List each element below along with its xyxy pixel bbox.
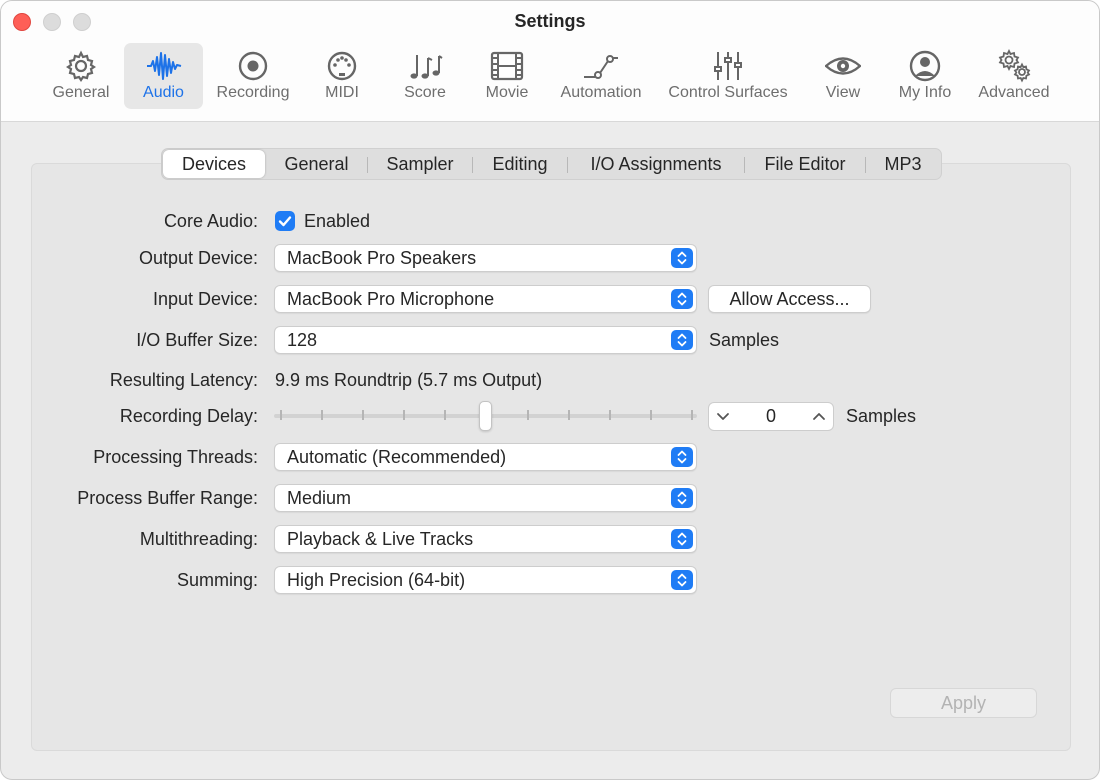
apply-button[interactable]: Apply	[890, 688, 1037, 718]
summing-select[interactable]: High Precision (64-bit)	[274, 566, 697, 594]
resulting-latency-value: 9.9 ms Roundtrip (5.7 ms Output)	[275, 370, 543, 390]
io-buffer-size-value: 128	[287, 330, 318, 350]
tab-general[interactable]: General	[268, 149, 365, 179]
toolbar-label: Score	[404, 84, 446, 101]
output-device-value: MacBook Pro Speakers	[287, 248, 477, 268]
tab-io-assignments[interactable]: I/O Assignments	[568, 149, 744, 179]
updown-chevron-icon	[671, 248, 693, 268]
slider-tick	[609, 410, 611, 420]
resulting-latency-label: Resulting Latency:	[109, 370, 258, 390]
toolbar-label: Recording	[216, 84, 290, 101]
toolbar-general[interactable]: General	[43, 43, 119, 109]
input-device-label: Input Device:	[152, 289, 258, 309]
toolbar-control-surfaces[interactable]: Control Surfaces	[658, 43, 798, 109]
core-audio-enabled-label[interactable]: Enabled	[304, 211, 370, 232]
updown-chevron-icon	[671, 330, 693, 350]
chevron-up-icon[interactable]	[811, 408, 827, 429]
summing-value: High Precision (64-bit)	[287, 570, 466, 590]
input-device-value: MacBook Pro Microphone	[287, 289, 495, 309]
io-buffer-size-label: I/O Buffer Size:	[136, 330, 258, 350]
updown-chevron-icon	[671, 447, 693, 467]
process-buffer-range-label: Process Buffer Range:	[77, 488, 258, 508]
gear-icon	[66, 50, 96, 82]
gears-icon	[998, 49, 1031, 83]
slider-tick	[650, 410, 652, 420]
window-title: Settings	[514, 11, 586, 31]
slider-tick	[321, 410, 323, 420]
multithreading-select[interactable]: Playback & Live Tracks	[274, 525, 697, 553]
processing-threads-select[interactable]: Automatic (Recommended)	[274, 443, 697, 471]
toolbar-recording[interactable]: Recording	[208, 43, 298, 109]
output-device-label: Output Device:	[138, 248, 258, 268]
eye-icon	[825, 57, 861, 75]
toolbar-label: Audio	[143, 84, 184, 101]
slider-tick	[280, 410, 282, 420]
toolbar-view[interactable]: View	[807, 43, 879, 109]
toolbar-score[interactable]: Score	[389, 43, 461, 109]
input-device-select[interactable]: MacBook Pro Microphone	[274, 285, 697, 313]
checkmark-icon	[278, 216, 292, 227]
processing-threads-value: Automatic (Recommended)	[287, 447, 507, 467]
core-audio-label: Core Audio:	[163, 211, 258, 231]
multithreading-label: Multithreading:	[139, 529, 258, 549]
io-buffer-size-select[interactable]: 128	[274, 326, 697, 354]
slider-tick	[362, 410, 364, 420]
toolbar-label: MIDI	[325, 84, 359, 101]
title-bar: Settings General Audio Recording MIDI Sc…	[1, 1, 1099, 122]
toolbar-automation[interactable]: Automation	[554, 43, 648, 109]
updown-chevron-icon	[671, 570, 693, 590]
slider-tick	[444, 410, 446, 420]
slider-thumb[interactable]	[479, 401, 492, 431]
toolbar-movie[interactable]: Movie	[471, 43, 543, 109]
io-buffer-unit: Samples	[709, 330, 780, 350]
processing-threads-label: Processing Threads:	[93, 447, 258, 467]
settings-tabs: Devices General Sampler Editing I/O Assi…	[161, 148, 942, 180]
recording-delay-stepper[interactable]: 0	[708, 402, 834, 431]
multithreading-value: Playback & Live Tracks	[287, 529, 474, 549]
recording-delay-label: Recording Delay:	[119, 406, 258, 426]
tab-editing[interactable]: Editing	[473, 149, 567, 179]
tab-file-editor[interactable]: File Editor	[745, 149, 865, 179]
process-buffer-range-value: Medium	[287, 488, 352, 508]
toolbar-label: Advanced	[978, 84, 1050, 101]
settings-window: Settings General Audio Recording MIDI Sc…	[0, 0, 1100, 780]
toolbar-midi[interactable]: MIDI	[306, 43, 378, 109]
record-icon	[238, 51, 268, 81]
process-buffer-range-select[interactable]: Medium	[274, 484, 697, 512]
film-strip-icon	[490, 51, 524, 81]
allow-access-button[interactable]: Allow Access...	[708, 285, 871, 313]
toolbar-label: Automation	[560, 84, 642, 101]
person-icon	[909, 50, 941, 82]
slider-tick	[691, 410, 693, 420]
automation-curve-icon	[584, 55, 618, 79]
core-audio-checkbox[interactable]	[275, 211, 295, 231]
toolbar-label: View	[825, 84, 861, 101]
faders-icon	[714, 52, 742, 80]
tab-mp3[interactable]: MP3	[866, 149, 940, 179]
toolbar-label: General	[52, 84, 110, 101]
toolbar-label: Control Surfaces	[668, 84, 788, 101]
tab-devices[interactable]: Devices	[163, 150, 265, 178]
toolbar-audio[interactable]: Audio	[124, 43, 203, 109]
updown-chevron-icon	[671, 488, 693, 508]
recording-delay-unit: Samples	[846, 406, 917, 426]
midi-port-icon	[327, 51, 357, 81]
tab-sampler[interactable]: Sampler	[369, 149, 471, 179]
updown-chevron-icon	[671, 289, 693, 309]
slider-tick	[527, 410, 529, 420]
toolbar-label: My Info	[898, 84, 952, 101]
slider-tick	[568, 410, 570, 420]
waveform-icon	[146, 52, 181, 80]
toolbar-my-info[interactable]: My Info	[889, 43, 961, 109]
updown-chevron-icon	[671, 529, 693, 549]
music-notes-icon	[410, 55, 443, 79]
tab-separator	[367, 157, 368, 173]
toolbar-advanced[interactable]: Advanced	[969, 43, 1059, 109]
toolbar-label: Movie	[485, 84, 529, 101]
output-device-select[interactable]: MacBook Pro Speakers	[274, 244, 697, 272]
summing-label: Summing:	[176, 570, 258, 590]
slider-tick	[403, 410, 405, 420]
